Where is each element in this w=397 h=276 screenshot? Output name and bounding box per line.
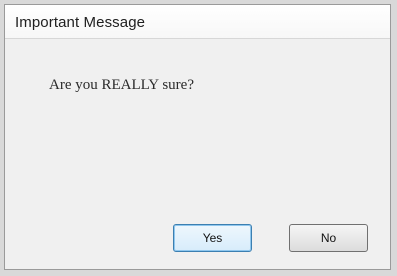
dialog-body: Are you REALLY sure? Yes No [5, 39, 390, 269]
yes-button-label: Yes [202, 231, 223, 245]
dialog-title: Important Message [15, 14, 146, 31]
no-button-label: No [320, 231, 337, 245]
no-button[interactable]: No [289, 224, 368, 252]
important-message-dialog: Important Message Are you REALLY sure? Y… [4, 4, 391, 270]
title-bar: Important Message [5, 5, 390, 39]
dialog-message: Are you REALLY sure? [49, 77, 194, 93]
yes-button[interactable]: Yes [173, 224, 252, 252]
